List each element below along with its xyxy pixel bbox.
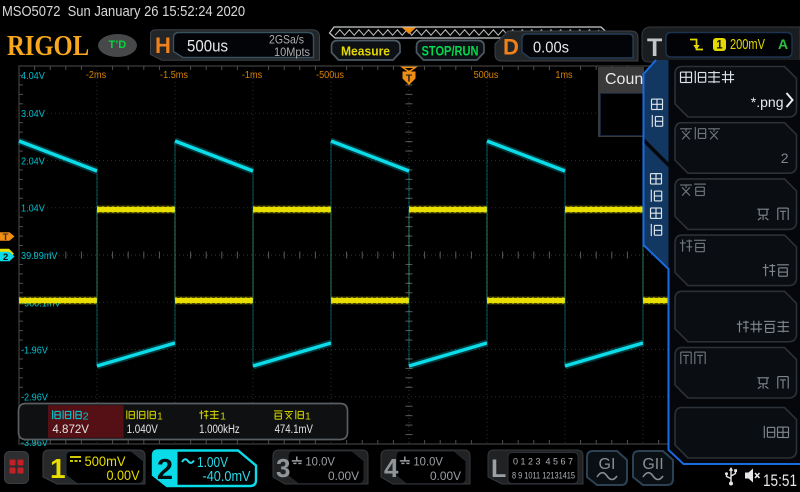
svg-text:GI: GI bbox=[599, 456, 616, 473]
svg-text:GII: GII bbox=[642, 456, 663, 473]
svg-text:8 9 1011 12131415: 8 9 1011 12131415 bbox=[512, 471, 575, 481]
svg-text:10.0V: 10.0V bbox=[413, 454, 443, 468]
svg-text:L: L bbox=[491, 455, 506, 483]
svg-text:10.0V: 10.0V bbox=[305, 454, 335, 468]
svg-text:0 1 2 3 4 5 6 7: 0 1 2 3 4 5 6 7 bbox=[513, 457, 573, 467]
svg-text:2: 2 bbox=[157, 454, 173, 486]
svg-text:0.00V: 0.00V bbox=[328, 469, 359, 483]
svg-text:4: 4 bbox=[384, 453, 399, 483]
svg-text:3: 3 bbox=[276, 453, 290, 483]
svg-text:0.00V: 0.00V bbox=[107, 467, 141, 483]
svg-text:1: 1 bbox=[50, 453, 66, 484]
svg-text:0.00V: 0.00V bbox=[430, 469, 461, 483]
svg-text:-40.0mV: -40.0mV bbox=[203, 468, 251, 485]
svg-text:15:51: 15:51 bbox=[763, 471, 797, 490]
